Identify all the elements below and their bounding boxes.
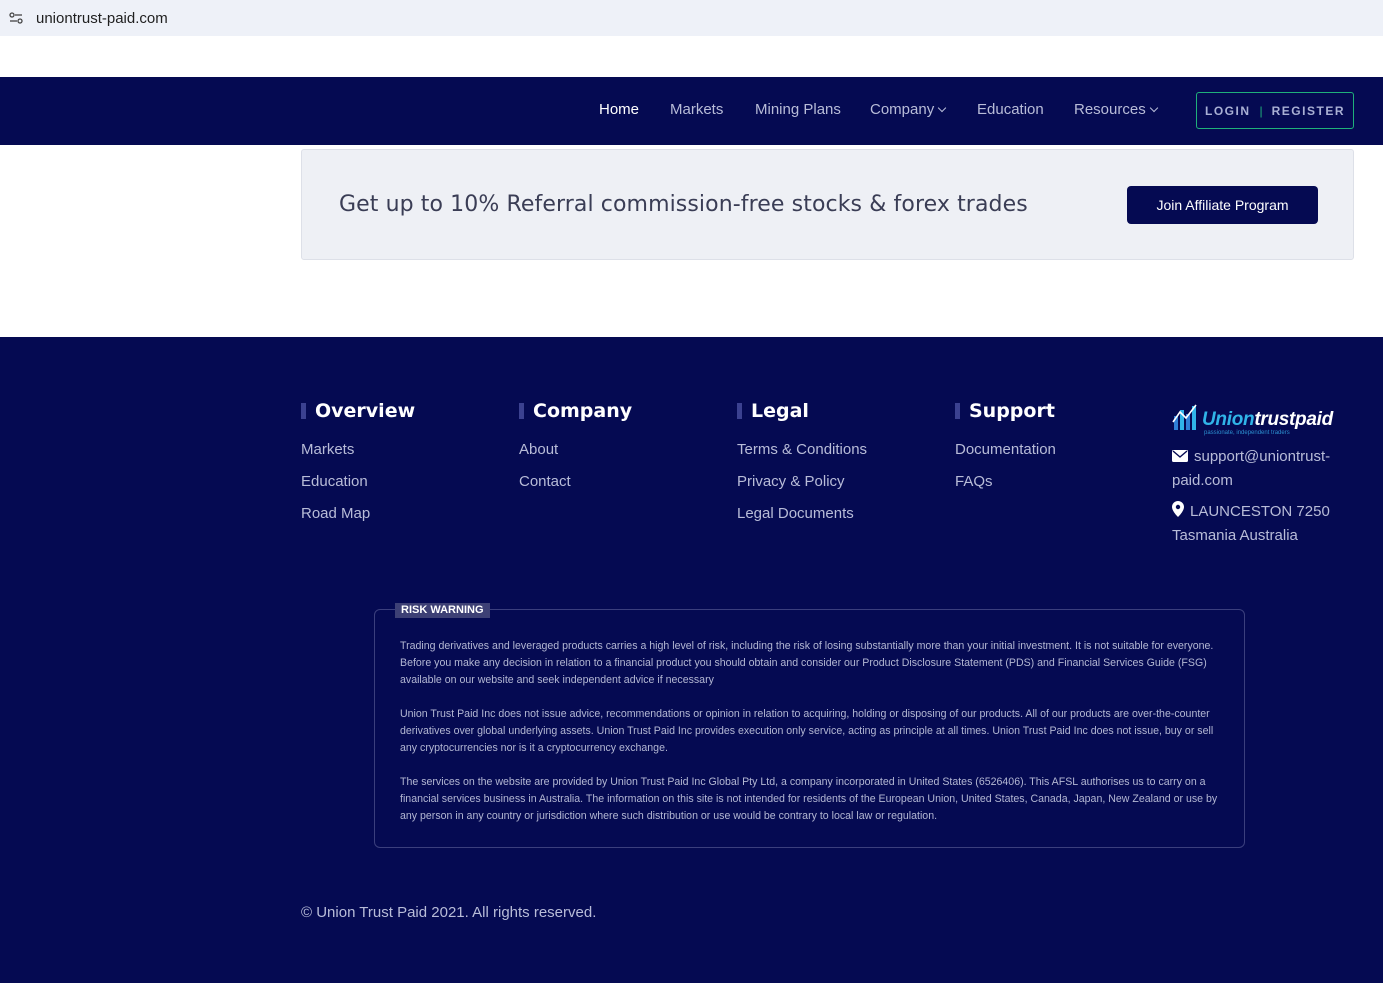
risk-paragraph-1: Trading derivatives and leveraged produc… bbox=[400, 640, 1214, 686]
join-affiliate-button[interactable]: Join Affiliate Program bbox=[1127, 186, 1318, 224]
main-navbar: Home Markets Mining Plans Company Educat… bbox=[0, 77, 1383, 145]
nav-resources[interactable]: Resources bbox=[1074, 101, 1158, 118]
chevron-down-icon bbox=[937, 103, 947, 113]
nav-home[interactable]: Home bbox=[599, 101, 639, 118]
address-line2: Tasmania Australia bbox=[1172, 526, 1298, 544]
envelope-icon bbox=[1172, 446, 1188, 469]
footer-link-terms[interactable]: Terms & Conditions bbox=[737, 440, 867, 459]
logo-mark-icon bbox=[1172, 404, 1197, 430]
email-line2: paid.com bbox=[1172, 471, 1233, 489]
contact-address: LAUNCESTON 7250 Tasmania Australia bbox=[1172, 500, 1330, 547]
footer-col-title: Company bbox=[519, 399, 632, 423]
brand-name-part2: trustpaid bbox=[1254, 409, 1333, 430]
referral-promo-banner: Get up to 10% Referral commission-free s… bbox=[301, 149, 1354, 260]
risk-warning-box: RISK WARNING Trading derivatives and lev… bbox=[374, 603, 1245, 848]
brand-name: Uniontrustpaid bbox=[1202, 409, 1333, 431]
footer-link-education[interactable]: Education bbox=[301, 472, 415, 491]
nav-resources-label: Resources bbox=[1074, 101, 1146, 118]
url-text[interactable]: uniontrust-paid.com bbox=[36, 10, 168, 27]
nav-mining-plans[interactable]: Mining Plans bbox=[755, 101, 841, 118]
nav-company[interactable]: Company bbox=[870, 101, 947, 118]
nav-company-label: Company bbox=[870, 101, 935, 118]
footer-col-overview: Overview Markets Education Road Map bbox=[301, 399, 415, 523]
footer-col-legal: Legal Terms & Conditions Privacy & Polic… bbox=[737, 399, 867, 523]
footer-link-markets[interactable]: Markets bbox=[301, 440, 415, 459]
risk-paragraph-3: The services on the website are provided… bbox=[400, 776, 1218, 822]
footer-col-title: Legal bbox=[737, 399, 867, 423]
brand-logo[interactable]: Uniontrustpaid passionate, independent t… bbox=[1172, 400, 1347, 438]
brand-tagline: passionate, independent traders bbox=[1204, 430, 1290, 436]
login-link[interactable]: LOGIN bbox=[1205, 104, 1251, 118]
contact-email[interactable]: support@uniontrust- paid.com bbox=[1172, 445, 1330, 492]
address-bar[interactable]: uniontrust-paid.com bbox=[0, 0, 1383, 36]
auth-box: LOGIN | REGISTER bbox=[1196, 92, 1354, 129]
footer-col-title: Support bbox=[955, 399, 1056, 423]
footer-link-about[interactable]: About bbox=[519, 440, 632, 459]
nav-markets[interactable]: Markets bbox=[670, 101, 723, 118]
footer-link-documentation[interactable]: Documentation bbox=[955, 440, 1056, 459]
copyright-text: © Union Trust Paid 2021. All rights rese… bbox=[301, 904, 597, 921]
footer-link-contact[interactable]: Contact bbox=[519, 472, 632, 491]
site-settings-icon[interactable] bbox=[9, 11, 23, 25]
footer-link-road-map[interactable]: Road Map bbox=[301, 504, 415, 523]
footer-col-company: Company About Contact bbox=[519, 399, 632, 491]
footer-col-title: Overview bbox=[301, 399, 415, 423]
brand-name-part1: Union bbox=[1202, 409, 1255, 430]
footer-col-support: Support Documentation FAQs bbox=[955, 399, 1056, 491]
address-line1: LAUNCESTON 7250 bbox=[1190, 503, 1330, 520]
promo-text: Get up to 10% Referral commission-free s… bbox=[339, 192, 1028, 217]
register-link[interactable]: REGISTER bbox=[1272, 104, 1345, 118]
risk-warning-label: RISK WARNING bbox=[395, 603, 490, 618]
nav-education[interactable]: Education bbox=[977, 101, 1044, 118]
footer-link-legal-documents[interactable]: Legal Documents bbox=[737, 504, 867, 523]
chevron-down-icon bbox=[1149, 103, 1158, 113]
footer-link-privacy[interactable]: Privacy & Policy bbox=[737, 472, 867, 491]
email-line1: support@uniontrust- bbox=[1194, 448, 1331, 465]
auth-separator: | bbox=[1259, 103, 1263, 118]
footer-link-faqs[interactable]: FAQs bbox=[955, 472, 1056, 491]
map-pin-icon bbox=[1172, 500, 1184, 524]
footer: Overview Markets Education Road Map Comp… bbox=[0, 337, 1383, 983]
risk-paragraph-2: Union Trust Paid Inc does not issue advi… bbox=[400, 708, 1214, 754]
